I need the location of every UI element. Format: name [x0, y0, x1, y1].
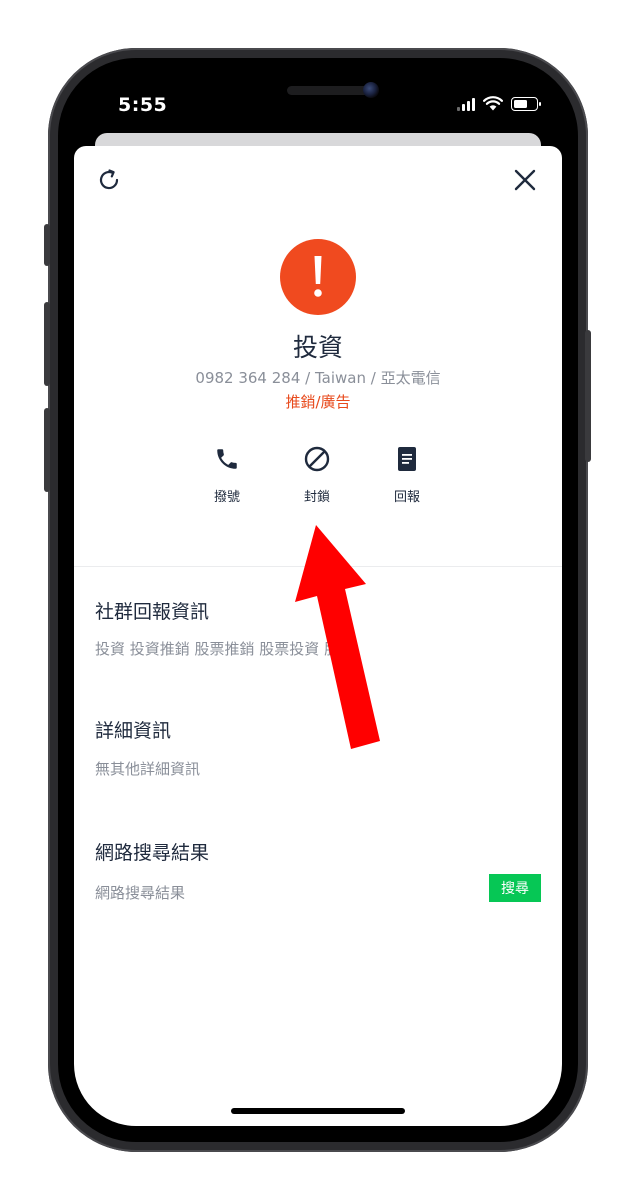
action-bar: 撥號 封鎖 回報 [74, 443, 562, 513]
block-label: 封鎖 [303, 490, 330, 505]
close-button[interactable] [507, 162, 543, 198]
front-camera [363, 82, 379, 98]
block-button[interactable]: 封鎖 [277, 443, 357, 513]
search-button[interactable]: 搜尋 [489, 874, 541, 902]
document-icon [391, 443, 423, 475]
report-label: 回報 [393, 490, 420, 505]
web-results-body: 網路搜尋結果 [95, 884, 186, 902]
community-report-tags: 投資 投資推銷 股票推銷 股票投資 股票 [95, 640, 355, 658]
caller-info-sheet: 投資 0982 364 284 / Taiwan / 亞太電信 推銷/廣告 撥號 [74, 146, 562, 1126]
block-icon [301, 443, 333, 475]
refresh-button[interactable] [91, 162, 127, 198]
phone-volume-up [44, 302, 50, 386]
phone-mute-switch [44, 224, 50, 266]
wifi-icon [483, 96, 503, 111]
status-time: 5:55 [118, 94, 168, 116]
phone-icon [211, 443, 243, 475]
contact-phone-info: 0982 364 284 / Taiwan / 亞太電信 [195, 369, 441, 387]
close-icon [514, 169, 536, 191]
call-button[interactable]: 撥號 [187, 443, 267, 513]
status-icons [457, 96, 541, 111]
community-report-title: 社群回報資訊 [95, 601, 210, 623]
contact-category: 推銷/廣告 [285, 393, 351, 411]
battery-icon [511, 96, 541, 111]
cellular-signal-icon [457, 97, 475, 111]
exclamation-icon [314, 256, 322, 297]
phone-volume-down [44, 408, 50, 492]
phone-power-button [585, 330, 591, 462]
details-title: 詳細資訊 [95, 720, 172, 742]
details-body: 無其他詳細資訊 [95, 760, 201, 778]
home-indicator[interactable] [231, 1108, 405, 1114]
spam-alert-badge [280, 239, 356, 315]
section-divider [74, 566, 562, 567]
refresh-icon [99, 169, 119, 190]
web-results-title: 網路搜尋結果 [95, 842, 210, 864]
contact-name: 投資 [292, 333, 343, 362]
call-label: 撥號 [213, 490, 240, 505]
phone-screen: 5:55 投資 0982 364 284 / Taiwan / 亞太電信 推銷/… [74, 74, 562, 1126]
report-button[interactable]: 回報 [367, 443, 447, 513]
